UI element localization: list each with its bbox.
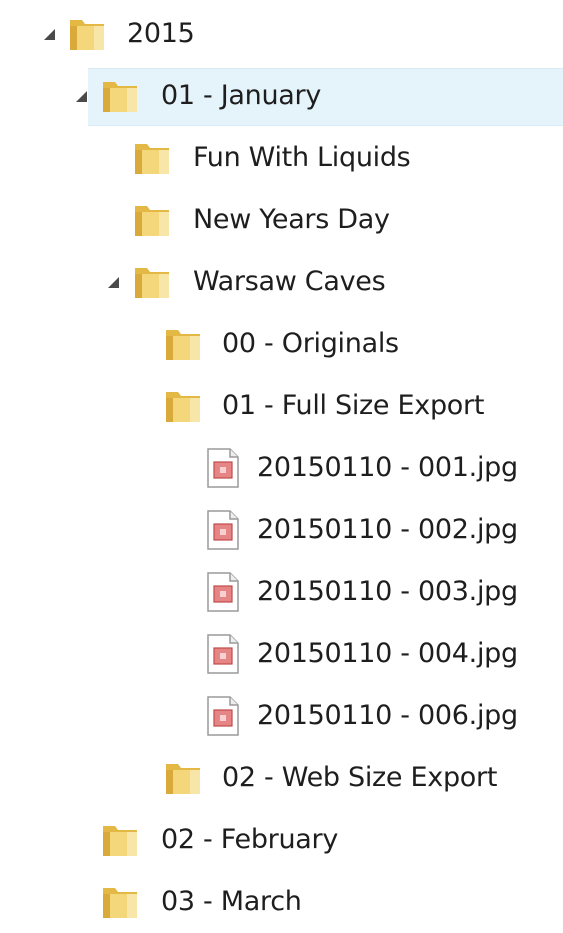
expand-arrow-icon[interactable] [76, 91, 87, 102]
tree-node-label: 2015 [127, 18, 195, 49]
tree-node-03-march[interactable]: 03 - March [0, 871, 563, 933]
image-file-icon [207, 510, 239, 550]
tree-node-01-full-size-export[interactable]: 01 - Full Size Export [0, 375, 563, 437]
folder-icon [166, 330, 200, 360]
image-file-icon [207, 634, 239, 674]
folder-icon [135, 206, 169, 236]
tree-node-fun-with-liquids[interactable]: Fun With Liquids [0, 127, 563, 189]
tree-node-label: New Years Day [193, 204, 390, 235]
tree-node-file-003[interactable]: 20150110 - 003.jpg [0, 561, 563, 623]
tree-node-new-years-day[interactable]: New Years Day [0, 189, 563, 251]
tree-node-02-web-size-export[interactable]: 02 - Web Size Export [0, 747, 563, 809]
folder-icon [135, 268, 169, 298]
folder-icon [166, 764, 200, 794]
tree-node-label: 01 - Full Size Export [222, 390, 485, 421]
image-file-icon [207, 448, 239, 488]
tree-node-01-january[interactable]: 01 - January [0, 65, 563, 127]
tree-node-label: 20150110 - 001.jpg [257, 452, 518, 483]
tree-node-label: Fun With Liquids [193, 142, 411, 173]
folder-icon [103, 826, 137, 856]
image-file-icon [207, 696, 239, 736]
folder-icon [70, 20, 104, 50]
tree-node-label: 02 - Web Size Export [222, 762, 498, 793]
expand-arrow-icon[interactable] [44, 29, 55, 40]
tree-node-label: 20150110 - 006.jpg [257, 700, 518, 731]
tree-node-label: 20150110 - 002.jpg [257, 514, 518, 545]
folder-icon [103, 888, 137, 918]
folder-tree: 2015 01 - January Fun With Liquids New Y… [0, 0, 563, 933]
selection-highlight [88, 68, 563, 126]
tree-node-00-originals[interactable]: 00 - Originals [0, 313, 563, 375]
tree-node-file-002[interactable]: 20150110 - 002.jpg [0, 499, 563, 561]
tree-node-label: 00 - Originals [222, 328, 399, 359]
tree-node-warsaw-caves[interactable]: Warsaw Caves [0, 251, 563, 313]
tree-node-2015[interactable]: 2015 [0, 3, 563, 65]
tree-node-label: Warsaw Caves [193, 266, 386, 297]
tree-node-file-006[interactable]: 20150110 - 006.jpg [0, 685, 563, 747]
image-file-icon [207, 572, 239, 612]
folder-icon [103, 82, 137, 112]
tree-node-label: 03 - March [161, 886, 302, 917]
tree-node-label: 01 - January [161, 80, 322, 111]
tree-node-file-004[interactable]: 20150110 - 004.jpg [0, 623, 563, 685]
folder-icon [135, 144, 169, 174]
tree-node-file-001[interactable]: 20150110 - 001.jpg [0, 437, 563, 499]
expand-arrow-icon[interactable] [108, 277, 119, 288]
tree-node-02-february[interactable]: 02 - February [0, 809, 563, 871]
tree-node-label: 20150110 - 004.jpg [257, 638, 518, 669]
tree-node-label: 02 - February [161, 824, 339, 855]
folder-icon [166, 392, 200, 422]
tree-node-label: 20150110 - 003.jpg [257, 576, 518, 607]
